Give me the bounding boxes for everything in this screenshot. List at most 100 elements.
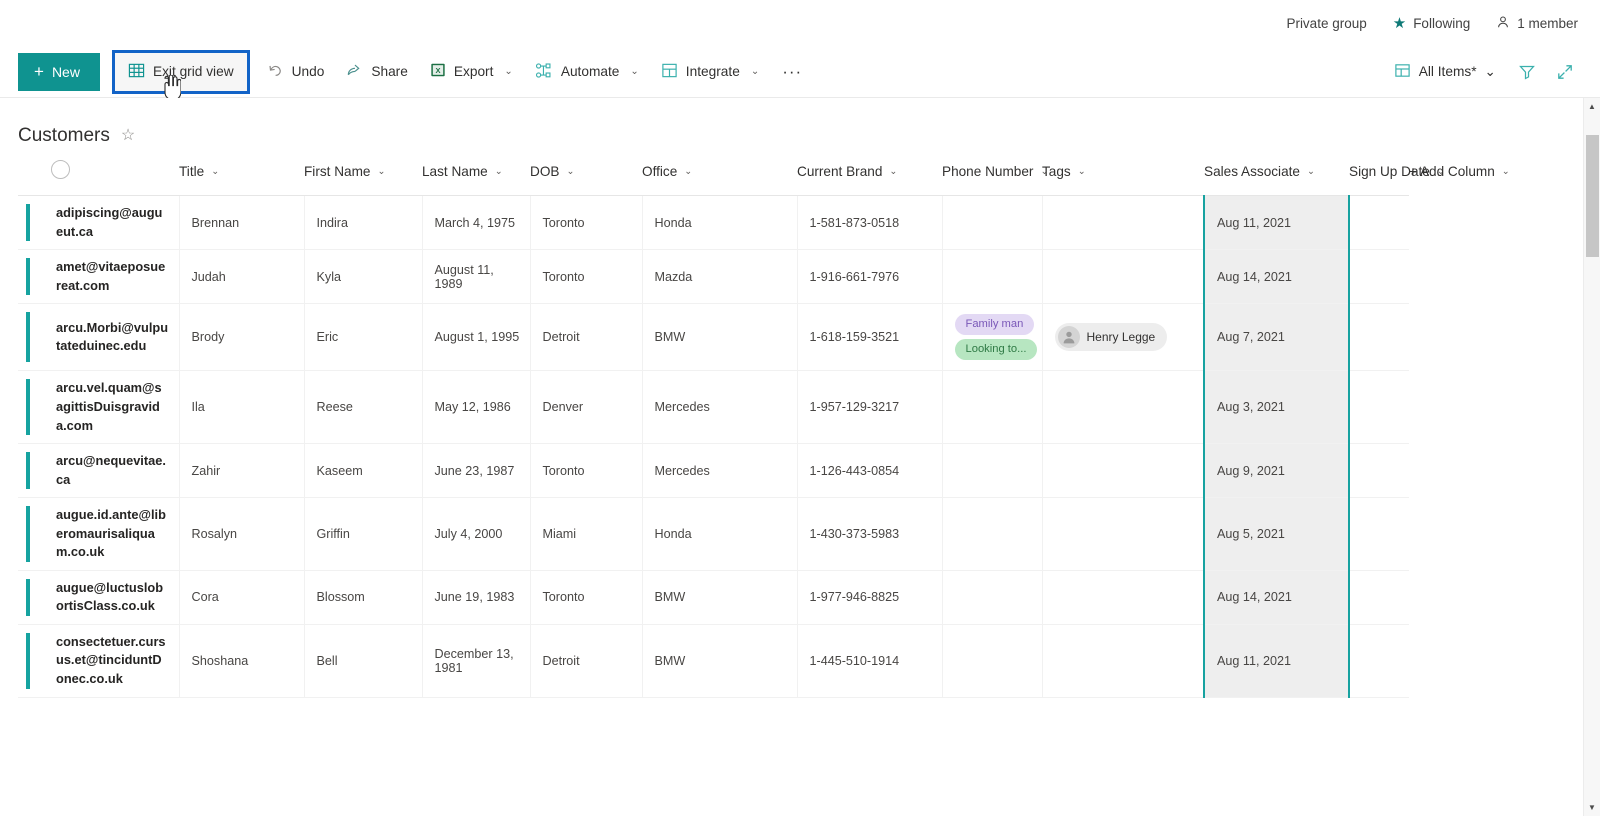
cell-current-brand[interactable]: Mercedes xyxy=(642,370,798,445)
cell-tags[interactable]: Family man Looking to... xyxy=(942,303,1043,372)
cell-add-column[interactable] xyxy=(1349,624,1409,698)
cell-tags[interactable] xyxy=(942,624,1043,698)
cell-sales-associate[interactable] xyxy=(1042,370,1205,445)
column-header-tags[interactable]: Tags ⌄ xyxy=(1042,146,1204,196)
cell-sign-up-date[interactable]: Aug 3, 2021 xyxy=(1203,370,1350,445)
cell-add-column[interactable] xyxy=(1349,370,1409,445)
members-button[interactable]: 1 member xyxy=(1496,15,1578,31)
cell-sign-up-date[interactable]: Aug 11, 2021 xyxy=(1203,195,1350,251)
table-row[interactable]: arcu@nequevitae.ca Zahir Kaseem June 23, 19… xyxy=(18,443,1409,499)
favorite-star-icon[interactable]: ☆ xyxy=(121,128,135,144)
scroll-down-arrow[interactable]: ▼ xyxy=(1584,799,1600,816)
cell-dob[interactable]: July 4, 2000 xyxy=(422,497,531,571)
cell-office[interactable]: Toronto xyxy=(530,249,643,305)
undo-button[interactable]: Undo xyxy=(256,53,336,91)
cell-sales-associate[interactable] xyxy=(1042,570,1205,625)
cell-current-brand[interactable]: Mazda xyxy=(642,249,798,305)
cell-add-column[interactable] xyxy=(1349,443,1409,499)
cell-current-brand[interactable]: BMW xyxy=(642,303,798,372)
cell-last-name[interactable]: Eric xyxy=(304,303,423,372)
more-commands-button[interactable]: ··· xyxy=(770,53,814,91)
cell-title[interactable]: arcu@nequevitae.ca xyxy=(44,443,180,499)
cell-title[interactable]: adipiscing@augueut.ca xyxy=(44,195,180,251)
cell-sign-up-date[interactable]: Aug 14, 2021 xyxy=(1203,249,1350,305)
following-button[interactable]: ★ Following xyxy=(1393,16,1470,31)
scroll-up-arrow[interactable]: ▲ xyxy=(1584,98,1600,115)
column-header-first-name[interactable]: First Name ⌄ xyxy=(304,146,422,196)
cell-add-column[interactable] xyxy=(1349,249,1409,305)
cell-last-name[interactable]: Reese xyxy=(304,370,423,445)
cell-first-name[interactable]: Ila xyxy=(179,370,305,445)
cell-first-name[interactable]: Rosalyn xyxy=(179,497,305,571)
exit-grid-view-button[interactable]: Exit grid view xyxy=(124,53,238,91)
scrollbar-track[interactable] xyxy=(1584,115,1600,799)
table-row[interactable]: consectetuer.cursus.et@tinciduntDonec.co… xyxy=(18,624,1409,698)
cell-tags[interactable] xyxy=(942,370,1043,445)
cell-phone-number[interactable]: 1-618-159-3521 xyxy=(797,303,943,372)
table-row[interactable]: arcu.Morbi@vulputateduinec.edu Brody Eric A… xyxy=(18,303,1409,372)
cell-sign-up-date[interactable]: Aug 7, 2021 xyxy=(1203,303,1350,372)
export-button[interactable]: X Export ⌄ xyxy=(419,53,524,91)
cell-add-column[interactable] xyxy=(1349,570,1409,625)
column-header-phone-number[interactable]: Phone Number ⌄ xyxy=(942,146,1048,196)
cell-tags[interactable] xyxy=(942,443,1043,499)
automate-button[interactable]: Automate ⌄ xyxy=(524,53,650,91)
cell-sales-associate[interactable] xyxy=(1042,443,1205,499)
filter-button[interactable] xyxy=(1510,55,1544,89)
cell-phone-number[interactable]: 1-126-443-0854 xyxy=(797,443,943,499)
column-header-sales-associate[interactable]: Sales Associate ⌄ xyxy=(1204,146,1349,196)
cell-phone-number[interactable]: 1-445-510-1914 xyxy=(797,624,943,698)
cell-add-column[interactable] xyxy=(1349,195,1409,251)
cell-title[interactable]: arcu.vel.quam@sagittisDuisgravida.com xyxy=(44,370,180,445)
cell-sign-up-date[interactable]: Aug 9, 2021 xyxy=(1203,443,1350,499)
cell-first-name[interactable]: Shoshana xyxy=(179,624,305,698)
cell-dob[interactable]: August 1, 1995 xyxy=(422,303,531,372)
view-selector-button[interactable]: All Items* ⌄ xyxy=(1384,55,1506,89)
cell-current-brand[interactable]: Honda xyxy=(642,195,798,251)
column-header-office[interactable]: Office ⌄ xyxy=(642,146,797,196)
cell-phone-number[interactable]: 1-581-873-0518 xyxy=(797,195,943,251)
cell-dob[interactable]: June 19, 1983 xyxy=(422,570,531,625)
cell-last-name[interactable]: Indira xyxy=(304,195,423,251)
vertical-scrollbar[interactable]: ▲ ▼ xyxy=(1583,98,1600,816)
cell-title[interactable]: consectetuer.cursus.et@tinciduntDonec.co… xyxy=(44,624,180,698)
table-row[interactable]: augue@luctuslobortisClass.co.uk Cora Bloss… xyxy=(18,570,1409,625)
column-header-current-brand[interactable]: Current Brand ⌄ xyxy=(797,146,942,196)
cell-office[interactable]: Toronto xyxy=(530,195,643,251)
column-header-last-name[interactable]: Last Name ⌄ xyxy=(422,146,530,196)
cell-add-column[interactable] xyxy=(1349,303,1409,372)
cell-current-brand[interactable]: BMW xyxy=(642,570,798,625)
cell-office[interactable]: Toronto xyxy=(530,570,643,625)
cell-phone-number[interactable]: 1-957-129-3217 xyxy=(797,370,943,445)
table-row[interactable]: augue.id.ante@liberomaurisaliquam.co.uk R… xyxy=(18,497,1409,571)
cell-add-column[interactable] xyxy=(1349,497,1409,571)
cell-phone-number[interactable]: 1-916-661-7976 xyxy=(797,249,943,305)
person-chip[interactable]: Henry Legge xyxy=(1054,323,1168,352)
cell-tags[interactable] xyxy=(942,249,1043,305)
cell-office[interactable]: Detroit xyxy=(530,624,643,698)
table-row[interactable]: amet@vitaeposuereat.com Judah Kyla August 1… xyxy=(18,249,1409,305)
cell-title[interactable]: amet@vitaeposuereat.com xyxy=(44,249,180,305)
column-header-sign-up-date[interactable]: Sign Up Date ⌄ xyxy=(1349,146,1445,196)
cell-sales-associate[interactable]: Henry Legge xyxy=(1042,303,1205,372)
cell-last-name[interactable]: Bell xyxy=(304,624,423,698)
cell-title[interactable]: augue@luctuslobortisClass.co.uk xyxy=(44,570,180,625)
cell-dob[interactable]: December 13, 1981 xyxy=(422,624,531,698)
cell-current-brand[interactable]: Mercedes xyxy=(642,443,798,499)
cell-sales-associate[interactable] xyxy=(1042,195,1205,251)
cell-last-name[interactable]: Kyla xyxy=(304,249,423,305)
cell-sign-up-date[interactable]: Aug 11, 2021 xyxy=(1203,624,1350,698)
cell-office[interactable]: Miami xyxy=(530,497,643,571)
cell-phone-number[interactable]: 1-977-946-8825 xyxy=(797,570,943,625)
cell-title[interactable]: arcu.Morbi@vulputateduinec.edu xyxy=(44,303,180,372)
share-button[interactable]: Share xyxy=(335,53,419,91)
cell-sign-up-date[interactable]: Aug 5, 2021 xyxy=(1203,497,1350,571)
cell-dob[interactable]: May 12, 1986 xyxy=(422,370,531,445)
cell-tags[interactable] xyxy=(942,195,1043,251)
cell-first-name[interactable]: Zahir xyxy=(179,443,305,499)
cell-first-name[interactable]: Judah xyxy=(179,249,305,305)
fullscreen-button[interactable] xyxy=(1548,55,1582,89)
cell-office[interactable]: Detroit xyxy=(530,303,643,372)
cell-dob[interactable]: August 11, 1989 xyxy=(422,249,531,305)
cell-office[interactable]: Toronto xyxy=(530,443,643,499)
